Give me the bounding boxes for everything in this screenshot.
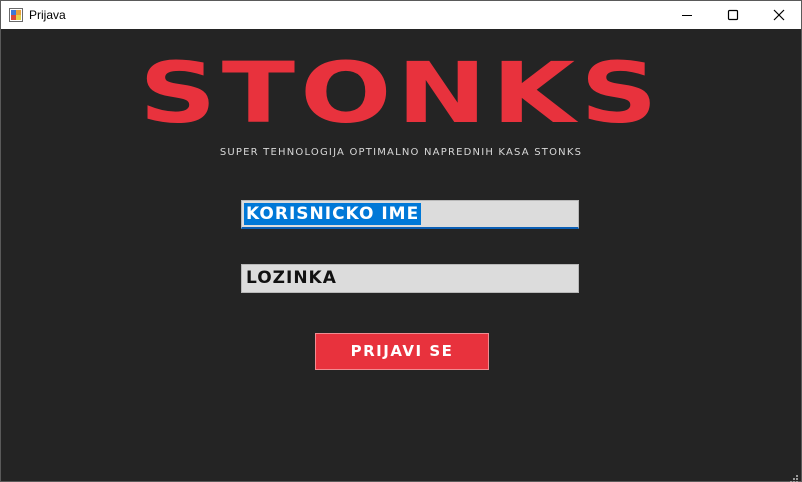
minimize-button[interactable] — [664, 1, 710, 29]
resize-grip-icon[interactable] — [789, 469, 799, 482]
close-icon — [773, 9, 785, 21]
maximize-button[interactable] — [710, 1, 756, 29]
login-window: Prijava STONKS SUPER TEHNOLOGIJA OPTIMAL… — [0, 0, 802, 482]
title-bar[interactable]: Prijava — [1, 1, 801, 29]
login-button[interactable]: PRIJAVI SE — [315, 333, 489, 370]
minimize-icon — [682, 15, 692, 16]
username-value: KORISNICKO IME — [244, 203, 422, 225]
close-button[interactable] — [756, 1, 802, 29]
window-title: Prijava — [29, 8, 66, 22]
form-area: STONKS SUPER TEHNOLOGIJA OPTIMALNO NAPRE… — [1, 29, 801, 482]
password-value: LOZINKA — [246, 268, 337, 288]
app-logo: STONKS — [139, 44, 663, 142]
tagline: SUPER TEHNOLOGIJA OPTIMALNO NAPREDNIH KA… — [219, 147, 583, 158]
maximize-icon — [727, 9, 739, 21]
username-input[interactable]: KORISNICKO IME — [241, 200, 579, 229]
password-input[interactable]: LOZINKA — [241, 264, 579, 293]
app-icon — [9, 7, 23, 22]
